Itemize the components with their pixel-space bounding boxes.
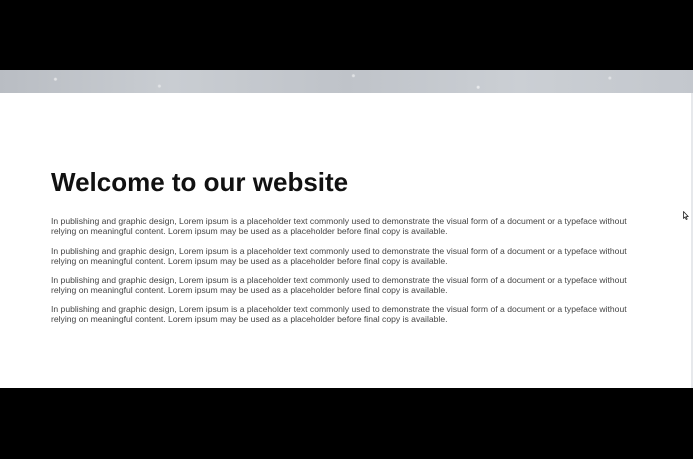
mouse-pointer-icon <box>683 207 689 220</box>
main-content: Welcome to our website In publishing and… <box>0 93 693 388</box>
body-paragraph: In publishing and graphic design, Lorem … <box>51 216 627 236</box>
page-title: Welcome to our website <box>51 167 349 197</box>
body-paragraph: In publishing and graphic design, Lorem … <box>51 246 627 266</box>
body-paragraph: In publishing and graphic design, Lorem … <box>51 275 627 295</box>
letterbox-top <box>0 0 693 70</box>
letterbox-bottom <box>0 388 693 459</box>
body-paragraph: In publishing and graphic design, Lorem … <box>51 304 627 324</box>
hero-image-strip <box>0 70 693 93</box>
